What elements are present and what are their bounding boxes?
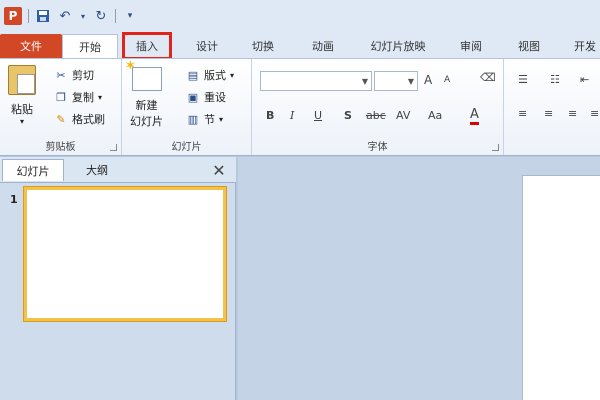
layout-label: 版式	[204, 69, 226, 82]
new-slide-icon	[125, 58, 162, 91]
bullets-icon[interactable]: ☰	[518, 73, 528, 86]
tab-design[interactable]: 设计	[184, 34, 230, 58]
section-button[interactable]: ▥ 节 ▾	[186, 111, 223, 127]
copy-label: 复制	[72, 91, 94, 104]
slides-group-label: 幻灯片	[171, 142, 202, 153]
ribbon: 粘贴 ▾ ✂ 剪切 ❐ 复制 ▾ ✎ 格式刷 剪贴板 新建 幻灯片 ▤ 版式 ▾	[0, 58, 600, 156]
clipboard-group: 粘贴 ▾ ✂ 剪切 ❐ 复制 ▾ ✎ 格式刷 剪贴板	[0, 59, 122, 155]
paste-icon	[8, 65, 36, 95]
format-painter-label: 格式刷	[72, 113, 105, 126]
font-group-label: 字体	[367, 142, 388, 153]
cut-button[interactable]: ✂ 剪切	[54, 67, 94, 83]
new-slide-label-2: 幻灯片	[130, 115, 163, 128]
reset-button[interactable]: ▣ 重设	[186, 89, 226, 105]
shrink-font-button[interactable]: A	[444, 75, 450, 85]
close-icon[interactable]: ✕	[206, 159, 232, 181]
change-case-button[interactable]: Aa	[428, 109, 442, 122]
tab-review[interactable]: 审阅	[448, 34, 494, 58]
strikethrough-button[interactable]: abc	[366, 109, 386, 122]
reset-icon: ▣	[187, 90, 199, 104]
grow-font-button[interactable]: A	[424, 73, 432, 87]
copy-button[interactable]: ❐ 复制 ▾	[54, 89, 102, 105]
font-group: ▼ ▼ A A ⌫ B I U S abc AV Aa A 字体	[252, 59, 504, 155]
slide-editing-area	[238, 157, 600, 400]
section-label: 节	[204, 113, 215, 126]
panel-tabs: 幻灯片 大纲 ✕	[0, 157, 236, 183]
cut-label: 剪切	[72, 69, 94, 82]
customize-icon[interactable]: ▾	[122, 8, 138, 24]
clipboard-group-label: 剪贴板	[45, 142, 76, 153]
bold-button[interactable]: B	[266, 109, 274, 122]
redo-icon[interactable]: ↻	[93, 8, 109, 24]
clipboard-launcher-icon[interactable]	[110, 144, 117, 151]
clear-formatting-icon[interactable]: ⌫	[480, 71, 496, 84]
layout-icon: ▤	[187, 68, 199, 82]
layout-dropdown-icon: ▾	[230, 70, 235, 80]
slide-number: 1	[10, 193, 18, 206]
panel-tab-outline[interactable]: 大纲	[66, 159, 128, 181]
paste-button[interactable]: 粘贴 ▾	[8, 65, 36, 126]
scissors-icon: ✂	[56, 68, 66, 82]
save-icon[interactable]	[35, 8, 51, 24]
format-painter-icon: ✎	[56, 112, 66, 126]
align-right-icon[interactable]: ≡	[568, 107, 577, 120]
tab-slideshow[interactable]: 幻灯片放映	[358, 34, 438, 58]
align-center-icon[interactable]: ≡	[544, 107, 553, 120]
copy-dropdown-icon: ▾	[98, 92, 103, 102]
align-left-icon[interactable]: ≡	[518, 107, 527, 120]
undo-dropdown-icon[interactable]: ▾	[79, 8, 87, 24]
new-slide-button[interactable]: 新建 幻灯片	[125, 58, 164, 129]
section-dropdown-icon: ▾	[219, 114, 224, 124]
format-painter-button[interactable]: ✎ 格式刷	[54, 111, 105, 127]
slide-thumbnail[interactable]	[23, 186, 227, 322]
char-spacing-button[interactable]: AV	[396, 109, 410, 122]
tab-view[interactable]: 视图	[506, 34, 552, 58]
panel-tab-slides[interactable]: 幻灯片	[2, 159, 64, 181]
new-slide-label-1: 新建	[135, 99, 158, 112]
quick-access-toolbar: P ↶ ▾ ↻ ▾	[0, 0, 600, 32]
paste-label: 粘贴	[11, 103, 33, 116]
font-color-button[interactable]: A	[470, 107, 479, 125]
font-name-combo[interactable]: ▼	[260, 71, 372, 91]
copy-icon: ❐	[56, 90, 66, 104]
slide-canvas[interactable]	[522, 175, 600, 400]
justify-icon[interactable]: ≡	[590, 107, 599, 120]
slides-group: 新建 幻灯片 ▤ 版式 ▾ ▣ 重设 ▥ 节 ▾ 幻灯片	[122, 58, 252, 155]
decrease-indent-icon[interactable]: ⇤	[580, 73, 589, 86]
qat-separator-2	[115, 9, 116, 23]
powerpoint-app-icon[interactable]: P	[4, 7, 22, 25]
font-size-combo[interactable]: ▼	[374, 71, 418, 91]
tab-file[interactable]: 文件	[0, 34, 62, 58]
ribbon-tabs: 文件 开始 插入 设计 切换 动画 幻灯片放映 审阅 视图 开发	[0, 32, 600, 60]
reset-label: 重设	[204, 91, 226, 104]
tab-insert[interactable]: 插入	[122, 32, 172, 60]
tab-developer[interactable]: 开发	[562, 34, 600, 58]
underline-button[interactable]: U	[314, 109, 322, 122]
section-icon: ▥	[187, 112, 199, 126]
tab-animations[interactable]: 动画	[300, 34, 346, 58]
layout-button[interactable]: ▤ 版式 ▾	[186, 67, 234, 83]
tab-home[interactable]: 开始	[62, 34, 118, 58]
paragraph-group: ☰ ☷ ⇤ ≡ ≡ ≡ ≡	[504, 59, 600, 155]
qat-separator	[28, 9, 29, 23]
undo-icon[interactable]: ↶	[57, 8, 73, 24]
font-launcher-icon[interactable]	[492, 144, 499, 151]
font-name-dropdown-icon: ▼	[361, 77, 368, 86]
italic-button[interactable]: I	[290, 109, 294, 122]
numbering-icon[interactable]: ☷	[550, 73, 560, 86]
paste-dropdown-icon: ▾	[19, 117, 24, 126]
shadow-button[interactable]: S	[344, 109, 352, 122]
tab-transitions[interactable]: 切换	[240, 34, 286, 58]
font-size-dropdown-icon: ▼	[407, 77, 414, 86]
